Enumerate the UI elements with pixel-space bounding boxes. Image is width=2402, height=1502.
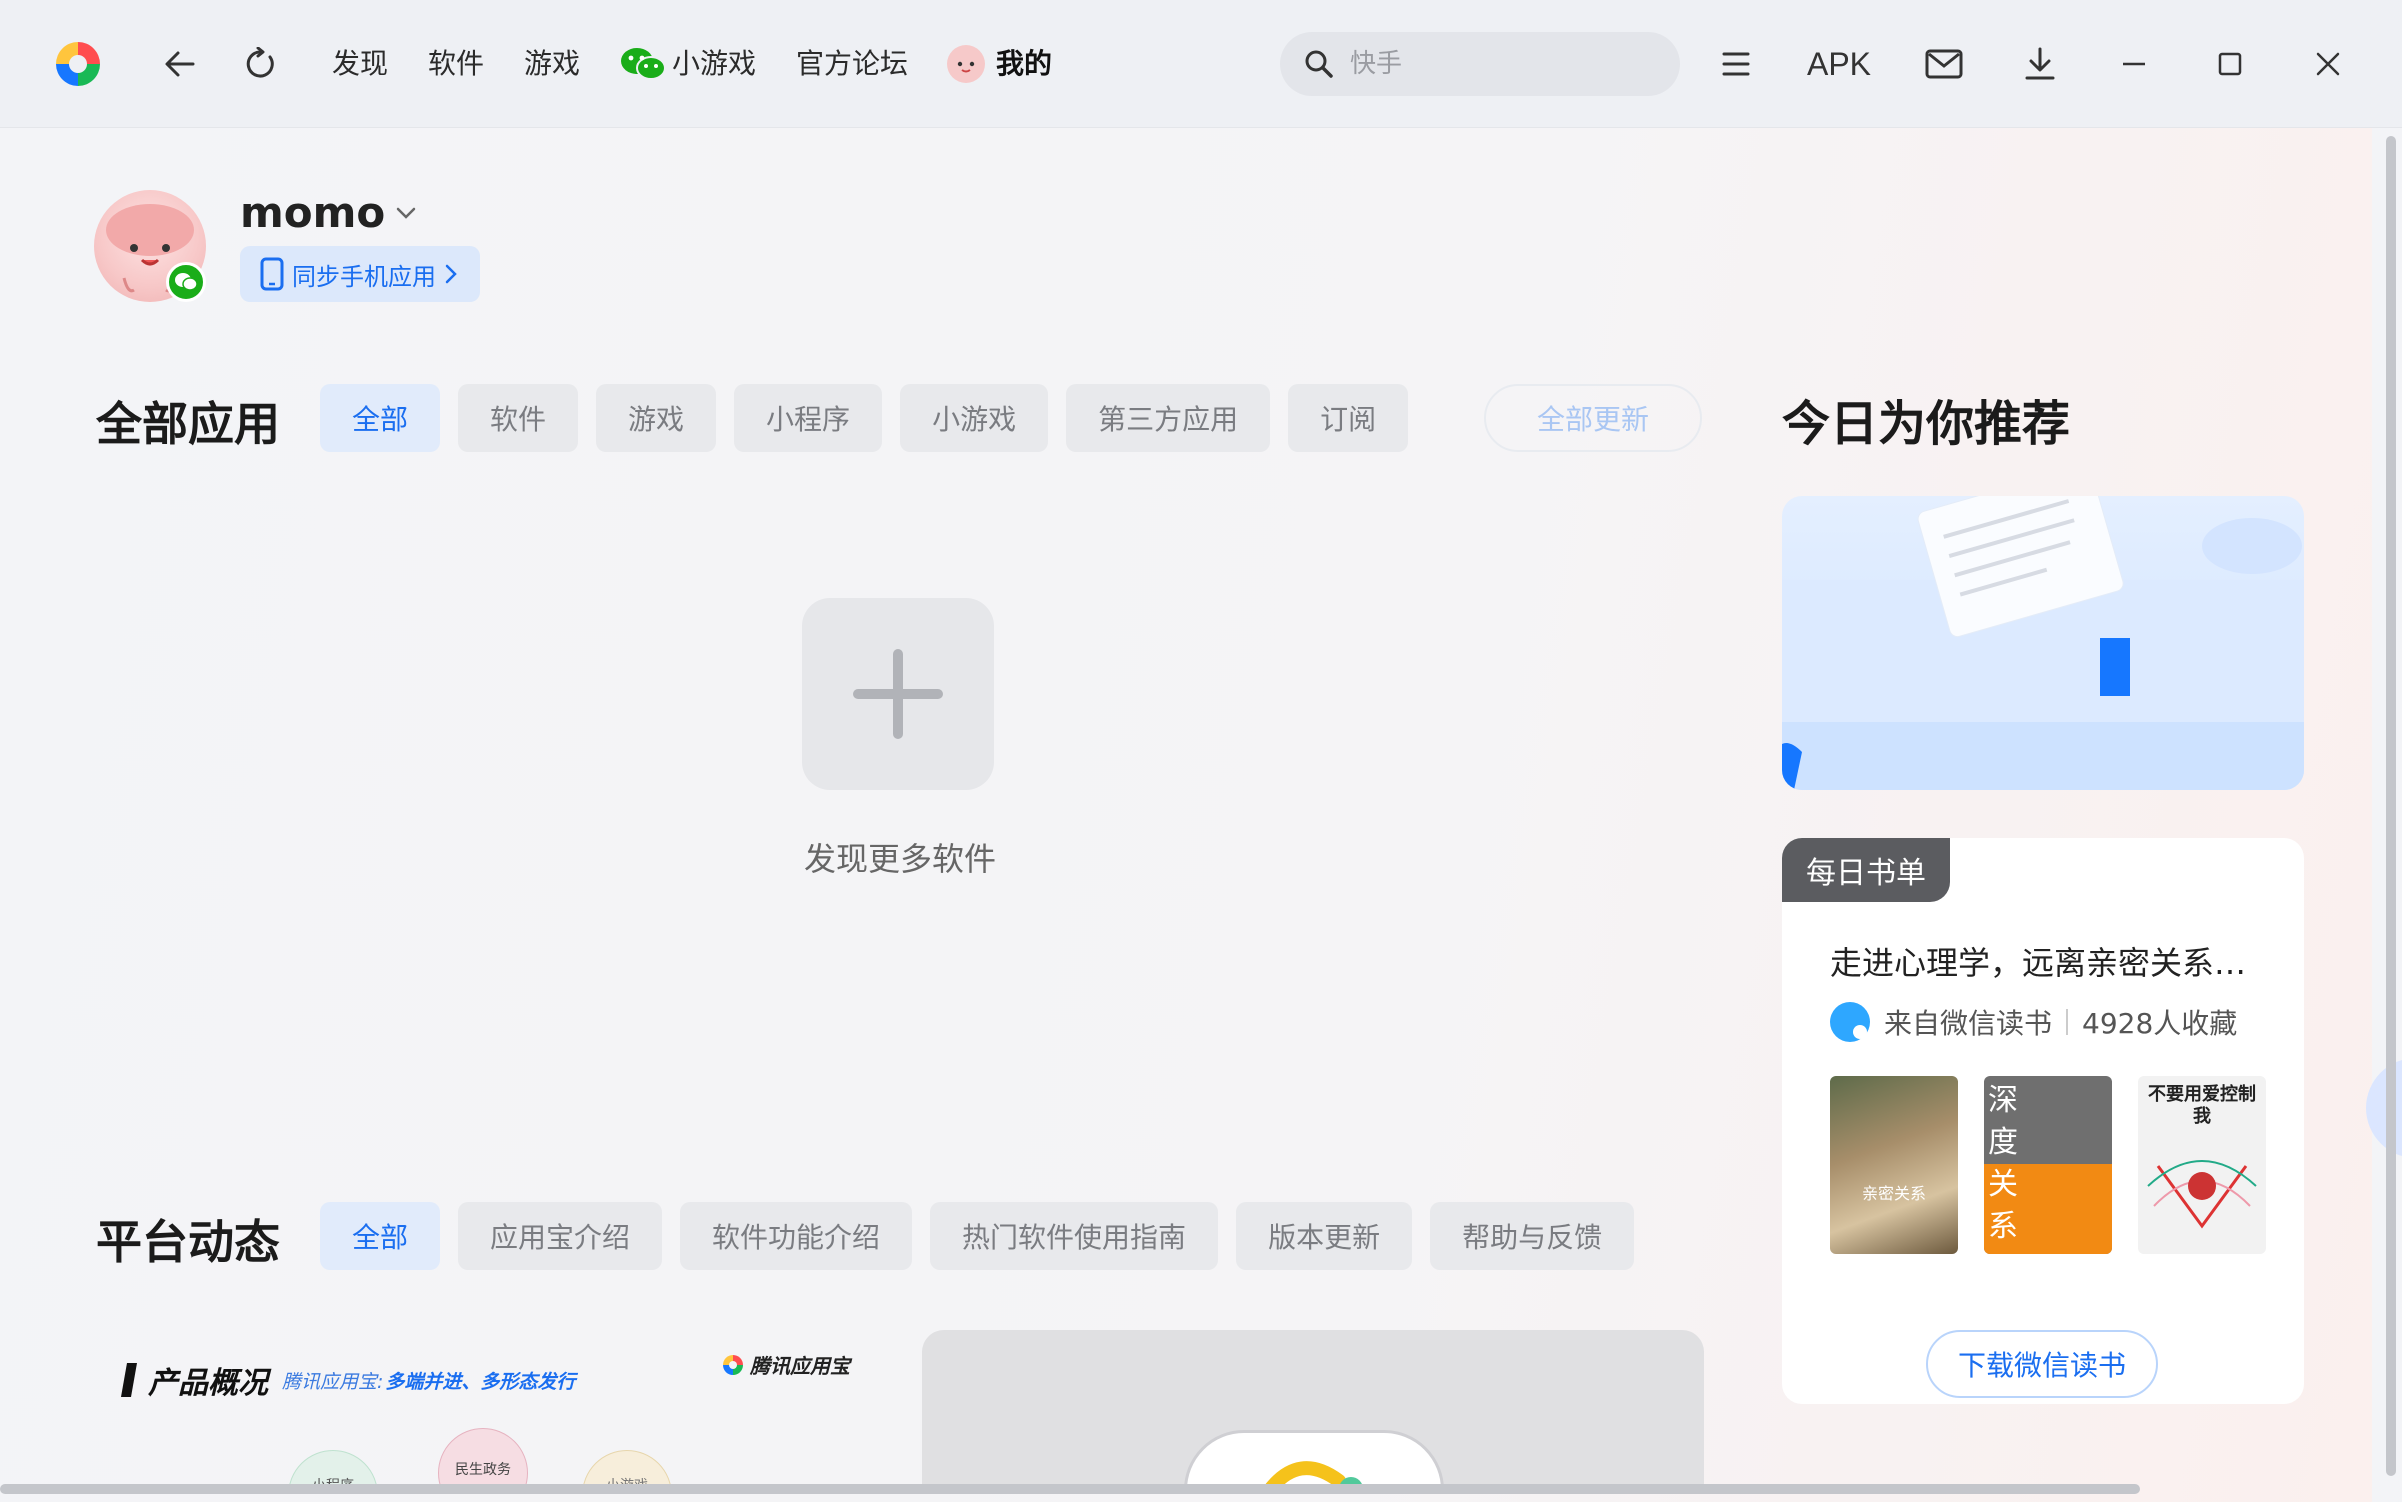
banner-illustration (1782, 496, 2304, 790)
nav-mine[interactable]: 我的 (946, 40, 1052, 88)
close-icon[interactable] (2298, 34, 2358, 94)
recommend-banner[interactable] (1782, 496, 2304, 790)
search-box[interactable] (1280, 32, 1680, 96)
book-cover[interactable]: 不要用爱控制我 (2138, 1076, 2266, 1254)
news-card-video[interactable] (922, 1330, 1704, 1490)
app-logo-icon[interactable] (52, 38, 104, 90)
tab-news-all[interactable]: 全部 (320, 1202, 441, 1270)
brand-mark: 腾讯应用宝 (722, 1350, 850, 1379)
tab-version-update[interactable]: 版本更新 (1236, 1202, 1413, 1270)
book-title: 不要用爱控制我 (2148, 1084, 2256, 1127)
tab-games[interactable]: 游戏 (596, 384, 717, 452)
apk-button[interactable]: APK (1800, 34, 1878, 94)
nav-mini-games-label: 小游戏 (672, 47, 757, 80)
bubble-gov-services: 民生政务 (438, 1428, 528, 1490)
daily-booklist-badge: 每日书单 (1782, 838, 1950, 902)
overview-heading: 产品概况 (148, 1366, 268, 1401)
user-avatar-icon (946, 44, 986, 84)
avatar[interactable] (94, 190, 206, 302)
sync-phone-apps-button[interactable]: 同步手机应用 (240, 246, 480, 302)
source-text: 来自微信读书 (1884, 1007, 2053, 1040)
video-thumbnail-logo (1184, 1430, 1444, 1490)
horizontal-scrollbar[interactable] (0, 1484, 2140, 1494)
tab-help-feedback[interactable]: 帮助与反馈 (1430, 1202, 1635, 1270)
nav-mini-games[interactable]: 小游戏 (620, 40, 756, 88)
book-cover[interactable]: 亲密关系 (1830, 1076, 1958, 1254)
username-text: momo (240, 188, 386, 237)
update-all-button[interactable]: 全部更新 (1484, 384, 1702, 452)
heading-bar (121, 1363, 137, 1397)
booklist-source: 来自微信读书 4928人收藏 (1830, 1002, 2237, 1042)
refresh-icon[interactable] (232, 36, 288, 92)
wechat-icon (620, 45, 666, 83)
overview-sub-prefix: 腾讯应用宝: (282, 1370, 384, 1393)
book-title: 深度关系 (1988, 1083, 2018, 1244)
title-bar: 发现 软件 游戏 小游戏 官方论坛 我的 快手 APK (0, 0, 2402, 128)
platform-tabs: 全部 应用宝介绍 软件功能介绍 热门软件使用指南 版本更新 帮助与反馈 (320, 1202, 1635, 1270)
maximize-icon[interactable] (2200, 34, 2260, 94)
nav-discover[interactable]: 发现 (332, 40, 388, 88)
overview-sub-highlight: 多端并进、多形态发行 (385, 1370, 576, 1393)
discover-more-text[interactable]: 发现更多软件 (700, 834, 1100, 880)
tab-third-party[interactable]: 第三方应用 (1066, 384, 1271, 452)
source-divider (2066, 1009, 2069, 1035)
brand-name: 腾讯应用宝 (750, 1354, 850, 1378)
sync-label: 同步手机应用 (292, 262, 436, 291)
minimize-icon[interactable] (2104, 34, 2164, 94)
favorites-count: 4928人收藏 (2082, 1007, 2238, 1040)
tab-app-intro[interactable]: 应用宝介绍 (458, 1202, 663, 1270)
tab-mini-programs[interactable]: 小程序 (734, 384, 883, 452)
username[interactable]: momo (240, 188, 417, 237)
search-input[interactable] (1350, 49, 1650, 79)
vertical-scrollbar[interactable] (2386, 136, 2396, 1476)
tab-all[interactable]: 全部 (320, 384, 441, 452)
search-icon (1304, 49, 1334, 79)
daily-booklist-card[interactable]: 每日书单 走进心理学，远离亲密关系… 来自微信读书 4928人收藏 亲密关系 深… (1782, 838, 2304, 1404)
chevron-right-icon (444, 263, 458, 285)
app-window: 发现 软件 游戏 小游戏 官方论坛 我的 快手 APK momo 同步手机应用 … (0, 0, 2402, 1502)
download-weread-button[interactable]: 下载微信读书 (1926, 1330, 2158, 1398)
download-icon[interactable] (2010, 34, 2070, 94)
book-cover[interactable]: 深度关系 (1984, 1076, 2112, 1254)
wechat-badge-icon (166, 262, 206, 302)
platform-news-title: 平台动态 (96, 1215, 280, 1269)
add-app-button[interactable] (802, 598, 994, 790)
brand-logo-icon (723, 1354, 743, 1375)
nav-games[interactable]: 游戏 (524, 40, 580, 88)
menu-icon[interactable] (1706, 34, 1766, 94)
all-apps-title: 全部应用 (96, 397, 280, 451)
overview-heading-row: 产品概况 腾讯应用宝: 多端并进、多形态发行 (121, 1358, 576, 1402)
tab-software[interactable]: 软件 (458, 384, 579, 452)
weread-icon (1830, 1002, 1870, 1042)
tab-usage-guide[interactable]: 热门软件使用指南 (930, 1202, 1219, 1270)
vertical-scrollbar-thumb[interactable] (2386, 136, 2396, 1476)
book-covers: 亲密关系 深度关系 不要用爱控制我 (1830, 1076, 2266, 1254)
recommend-title: 今日为你推荐 (1782, 396, 2071, 452)
book-title: 亲密关系 (1861, 1184, 1926, 1203)
tab-mini-games[interactable]: 小游戏 (900, 384, 1049, 452)
tab-feature-intro[interactable]: 软件功能介绍 (680, 1202, 913, 1270)
nav-software[interactable]: 软件 (428, 40, 484, 88)
nav-mine-label: 我的 (996, 47, 1053, 80)
news-card-product-overview[interactable]: 产品概况 腾讯应用宝: 多端并进、多形态发行 腾讯应用宝 小程序 民生政务 小游… (94, 1330, 874, 1490)
plus-icon (850, 646, 946, 742)
booklist-headline[interactable]: 走进心理学，远离亲密关系… (1830, 938, 2270, 984)
nav-forum[interactable]: 官方论坛 (796, 40, 908, 88)
apps-tabs: 全部 软件 游戏 小程序 小游戏 第三方应用 订阅 (320, 384, 1409, 452)
mail-icon[interactable] (1914, 34, 1974, 94)
back-icon[interactable] (152, 36, 208, 92)
tab-subscriptions[interactable]: 订阅 (1288, 384, 1409, 452)
phone-icon (260, 257, 284, 291)
chevron-down-icon (395, 206, 417, 220)
